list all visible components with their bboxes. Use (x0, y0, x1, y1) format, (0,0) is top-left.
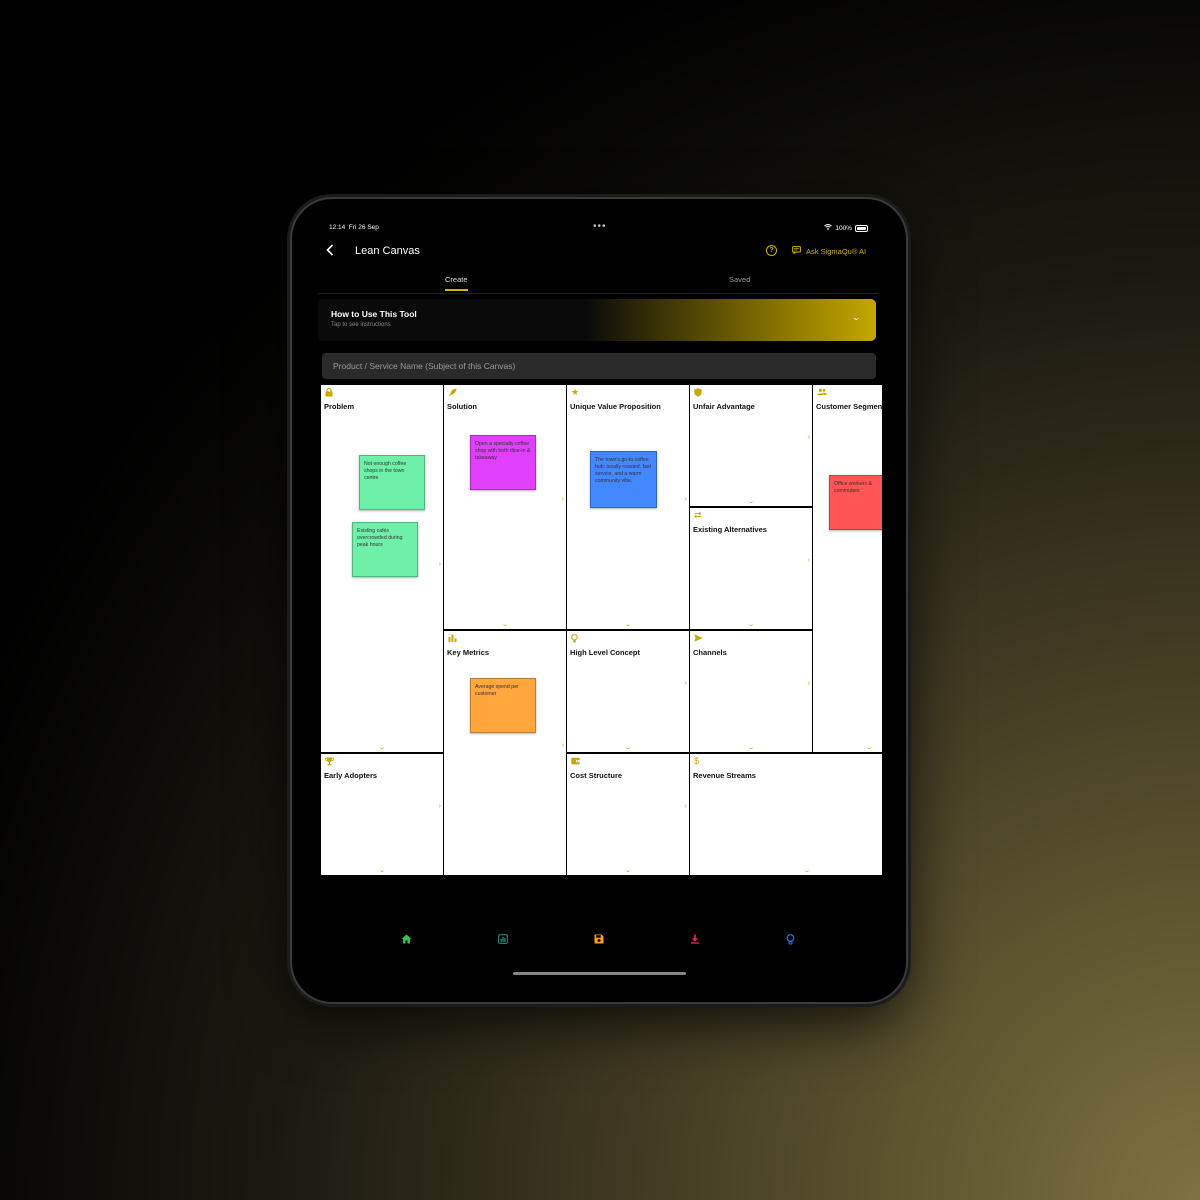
chevron-right-icon[interactable]: › (808, 680, 810, 687)
customer-segments-cell[interactable]: Customer Segments Office workers & commu… (813, 385, 882, 752)
tab-bar: Create Saved (318, 269, 878, 294)
how-to-title: How to Use This Tool (331, 309, 417, 319)
bar-chart-icon (448, 634, 457, 644)
people-icon (817, 388, 827, 398)
status-bar: 12:14 Fri 26 Sep ••• 100% (292, 221, 906, 236)
uvp-label: Unique Value Proposition (570, 402, 661, 411)
sticky-note[interactable]: Open a specialty coffee shop with both d… (470, 435, 536, 490)
help-icon[interactable]: ? (766, 245, 777, 256)
page-title: Lean Canvas (355, 245, 420, 257)
battery-icon (855, 224, 868, 232)
chevron-down-icon[interactable]: ⌄ (501, 621, 509, 628)
unfair-advantage-cell[interactable]: Unfair Advantage › ⌄ (690, 385, 812, 506)
multitasking-dots[interactable]: ••• (593, 221, 607, 232)
chevron-right-icon[interactable]: › (439, 561, 441, 568)
cost-structure-cell[interactable]: Cost Structure › ⌄ (567, 754, 689, 875)
swap-icon: ⇄ (694, 510, 702, 520)
sticky-note[interactable]: The town's go-to coffee hub: locally roa… (590, 451, 657, 508)
tab-saved[interactable]: Saved (729, 275, 750, 284)
chevron-down-icon[interactable]: ⌄ (865, 744, 873, 751)
chevron-down-icon[interactable]: ⌄ (747, 621, 755, 628)
lean-canvas-grid: Problem Not enough coffee shops in the t… (321, 385, 882, 877)
how-to-use-panel[interactable]: How to Use This Tool Tap to see instruct… (318, 299, 876, 341)
chevron-down-icon[interactable]: ⌄ (378, 867, 386, 874)
wallet-icon (571, 757, 580, 767)
high-level-concept-cell[interactable]: High Level Concept › ⌄ (567, 631, 689, 752)
sticky-note[interactable]: Not enough coffee shops in the town cent… (359, 455, 425, 510)
ask-ai-button[interactable]: Ask SigmaQu® AI (792, 246, 866, 256)
chevron-down-icon[interactable]: ⌄ (624, 621, 632, 628)
header: Lean Canvas ? Ask SigmaQu® AI (292, 242, 906, 262)
sticky-note[interactable]: Average spend per customer (470, 678, 536, 733)
home-indicator[interactable] (513, 972, 686, 975)
chevron-down-icon[interactable]: ⌄ (852, 313, 861, 322)
how-to-subtitle: Tap to see instructions (331, 322, 391, 328)
lightbulb-icon[interactable] (786, 934, 795, 948)
key-metrics-label: Key Metrics (447, 648, 490, 657)
revenue-streams-label: Revenue Streams (693, 771, 756, 780)
chevron-right-icon[interactable]: › (685, 496, 687, 503)
ask-ai-label: Ask SigmaQu® AI (806, 246, 867, 256)
unfair-advantage-label: Unfair Advantage (693, 402, 755, 411)
chat-icon (792, 246, 801, 256)
battery-percent: 100% (835, 224, 852, 232)
sticky-note[interactable]: Existing cafés overcrowded during peak h… (352, 522, 418, 577)
chevron-down-icon[interactable]: ⌄ (747, 744, 755, 751)
revenue-streams-cell[interactable]: $ Revenue Streams ⌄ (690, 754, 882, 875)
chevron-right-icon[interactable]: › (685, 803, 687, 810)
tab-create[interactable]: Create (445, 275, 468, 291)
download-icon[interactable] (690, 934, 700, 947)
chevron-right-icon[interactable]: › (562, 742, 564, 749)
solution-label: Solution (447, 402, 477, 411)
back-icon[interactable] (326, 244, 334, 258)
chevron-down-icon[interactable]: ⌄ (378, 744, 386, 751)
send-icon (694, 634, 703, 644)
solution-cell[interactable]: Solution Open a specialty coffee shop wi… (444, 385, 566, 629)
status-right: 100% (824, 224, 868, 232)
chevron-right-icon[interactable]: › (808, 557, 810, 564)
wifi-icon (824, 224, 833, 232)
lock-icon (325, 387, 333, 399)
tablet-frame: 12:14 Fri 26 Sep ••• 100% Lean Canvas ? … (292, 199, 906, 1002)
lightbulb-icon (571, 634, 578, 645)
early-adopters-cell[interactable]: Early Adopters › ⌄ (321, 754, 443, 875)
channels-cell[interactable]: Channels › ⌄ (690, 631, 812, 752)
chevron-down-icon[interactable]: ⌄ (803, 867, 811, 874)
product-name-input[interactable] (322, 353, 876, 379)
problem-label: Problem (324, 402, 355, 411)
dollar-icon: $ (694, 756, 700, 766)
chevron-right-icon[interactable]: › (808, 434, 810, 441)
uvp-cell[interactable]: ★ Unique Value Proposition The town's go… (567, 385, 689, 629)
status-time: 12:14 Fri 26 Sep (329, 224, 379, 231)
existing-alternatives-cell[interactable]: ⇄ Existing Alternatives › ⌄ (690, 508, 812, 629)
bottom-nav (292, 934, 906, 950)
cost-structure-label: Cost Structure (570, 771, 623, 780)
chevron-down-icon[interactable]: ⌄ (747, 498, 755, 505)
chevron-right-icon[interactable]: › (562, 496, 564, 503)
key-metrics-cell[interactable]: Key Metrics Average spend per customer › (444, 631, 566, 875)
chevron-down-icon[interactable]: ⌄ (624, 867, 632, 874)
rocket-icon (448, 388, 457, 399)
customer-segments-label: Customer Segments (816, 402, 882, 411)
product-name-field[interactable] (322, 353, 876, 379)
chevron-right-icon[interactable]: › (439, 803, 441, 810)
star-icon: ★ (571, 387, 580, 397)
shield-icon (694, 388, 702, 399)
trophy-icon (325, 757, 334, 768)
save-icon[interactable] (594, 934, 604, 947)
chart-icon[interactable] (498, 934, 508, 947)
high-level-concept-label: High Level Concept (570, 648, 641, 657)
chevron-down-icon[interactable]: ⌄ (624, 744, 632, 751)
home-icon[interactable] (401, 934, 412, 947)
early-adopters-label: Early Adopters (324, 771, 378, 780)
existing-alternatives-label: Existing Alternatives (693, 525, 767, 534)
chevron-right-icon[interactable]: › (685, 680, 687, 687)
problem-cell[interactable]: Problem Not enough coffee shops in the t… (321, 385, 443, 752)
sticky-note[interactable]: Office workers & commuters (829, 475, 882, 530)
channels-label: Channels (693, 648, 727, 657)
